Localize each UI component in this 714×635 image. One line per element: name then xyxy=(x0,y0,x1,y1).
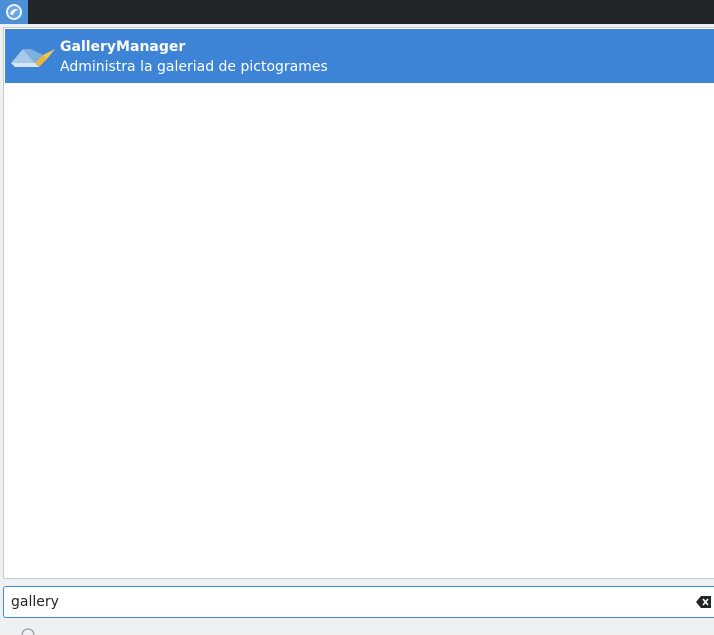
top-panel xyxy=(0,0,714,24)
results-list: GalleryManager Administra la galeriad de… xyxy=(3,27,714,579)
result-description: Administra la galeriad de pictogrames xyxy=(60,59,328,75)
launcher-panel: GalleryManager Administra la galeriad de… xyxy=(0,24,714,635)
launcher-button[interactable] xyxy=(0,0,28,24)
launcher-icon xyxy=(6,4,22,20)
backspace-clear-icon[interactable] xyxy=(696,595,712,609)
gallery-manager-icon xyxy=(11,49,55,67)
search-input[interactable] xyxy=(4,587,684,617)
result-title: GalleryManager xyxy=(60,39,186,55)
search-field[interactable] xyxy=(3,586,714,618)
result-item-gallery-manager[interactable]: GalleryManager Administra la galeriad de… xyxy=(5,29,714,83)
partial-circle-icon xyxy=(21,628,35,635)
